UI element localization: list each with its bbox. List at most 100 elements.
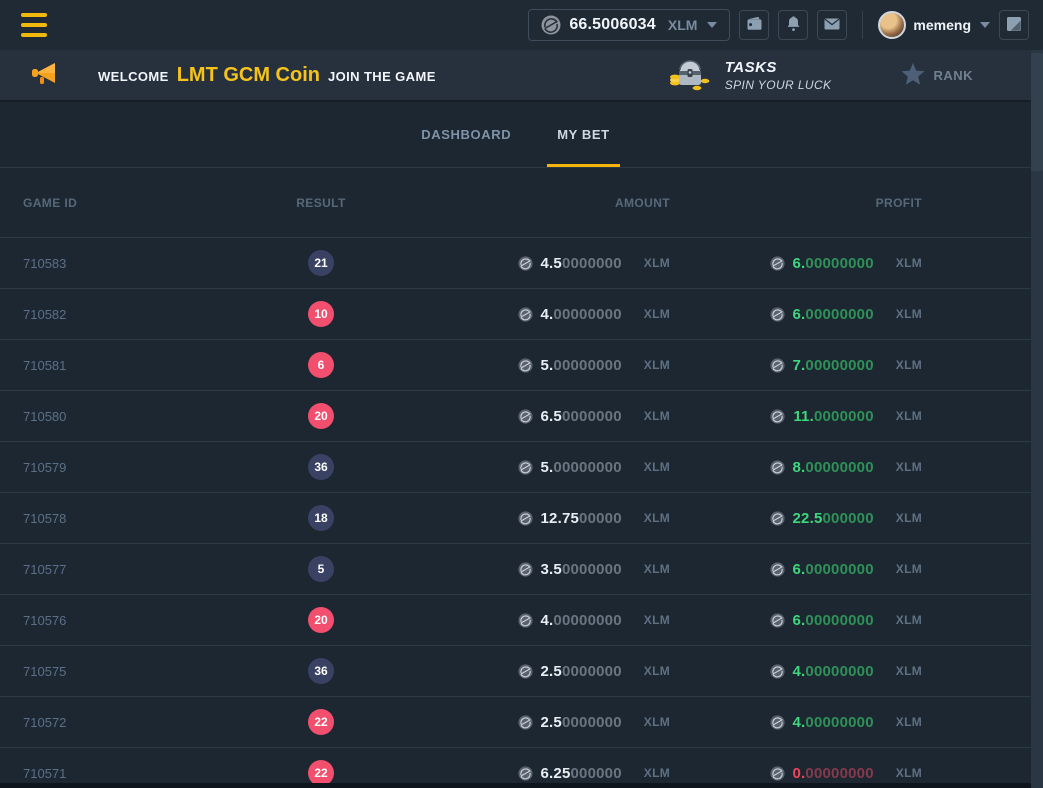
- hamburger-menu-button[interactable]: [21, 13, 51, 37]
- topbar-divider: [862, 11, 863, 39]
- scrollbar-track[interactable]: [1031, 50, 1043, 788]
- game-id: 710579: [23, 460, 66, 475]
- profit-value: 6.00000000: [793, 561, 874, 578]
- xlm-coin-icon: [770, 358, 785, 373]
- profit-cell: 4.00000000 XLM: [700, 714, 1031, 731]
- profit-value: 4.00000000: [793, 714, 874, 731]
- star-icon: [901, 63, 925, 88]
- topbar-right: 66.5006034 XLM m: [528, 9, 1029, 41]
- profit-cell: 0.00000000 XLM: [700, 765, 1031, 782]
- result-badge: 5: [308, 556, 334, 582]
- user-menu[interactable]: memeng: [878, 11, 990, 39]
- amount-value: 2.50000000: [541, 663, 622, 680]
- megaphone-icon: [30, 59, 60, 92]
- table-row[interactable]: 710576 20 4.00000000 XLM 6.00000000 XLM: [0, 594, 1031, 645]
- welcome-message: WELCOME LMT GCM Coin JOIN THE GAME: [98, 64, 436, 87]
- col-amount: AMOUNT: [615, 196, 700, 210]
- xlm-coin-icon: [518, 358, 533, 373]
- menu-icon: [21, 13, 47, 17]
- mail-icon: [824, 18, 840, 33]
- notifications-button[interactable]: [778, 10, 808, 40]
- currency-label: XLM: [644, 358, 670, 372]
- result-badge: 36: [308, 658, 334, 684]
- profit-cell: 6.00000000 XLM: [700, 306, 1031, 323]
- tasks-subtitle: SPIN YOUR LUCK: [725, 78, 832, 92]
- amount-cell: 2.50000000 XLM: [462, 714, 700, 731]
- table-row[interactable]: 710572 22 2.50000000 XLM 4.00000000 XLM: [0, 696, 1031, 747]
- messages-button[interactable]: [817, 10, 847, 40]
- avatar: [878, 11, 906, 39]
- amount-cell: 4.00000000 XLM: [462, 306, 700, 323]
- page: 66.5006034 XLM m: [0, 0, 1043, 788]
- table-header: GAME ID RESULT AMOUNT PROFIT: [0, 168, 1031, 237]
- table-row[interactable]: 710581 6 5.00000000 XLM 7.00000000 XLM: [0, 339, 1031, 390]
- profit-value: 7.00000000: [793, 357, 874, 374]
- result-badge: 20: [308, 607, 334, 633]
- profit-value: 6.00000000: [793, 612, 874, 629]
- currency-label: XLM: [644, 715, 670, 729]
- table-row[interactable]: 710583 21 4.50000000 XLM 6.00000000 XLM: [0, 237, 1031, 288]
- amount-cell: 12.7500000 XLM: [462, 510, 700, 527]
- currency-label: XLM: [896, 715, 922, 729]
- scrollbar-thumb[interactable]: [1031, 53, 1043, 171]
- tabbar: DASHBOARD MY BET: [0, 102, 1031, 168]
- currency-label: XLM: [896, 511, 922, 525]
- currency-label: XLM: [644, 562, 670, 576]
- currency-label: XLM: [896, 613, 922, 627]
- table-row[interactable]: 710575 36 2.50000000 XLM 4.00000000 XLM: [0, 645, 1031, 696]
- result-badge: 20: [308, 403, 334, 429]
- result-badge: 21: [308, 250, 334, 276]
- currency-label: XLM: [644, 307, 670, 321]
- table-body: 710583 21 4.50000000 XLM 6.00000000 XLM …: [0, 237, 1043, 788]
- xlm-coin-icon: [518, 307, 533, 322]
- game-id: 710582: [23, 307, 66, 322]
- profit-value: 22.5000000: [793, 510, 874, 527]
- amount-value: 6.50000000: [541, 408, 622, 425]
- xlm-coin-icon: [518, 766, 533, 781]
- currency-label: XLM: [644, 664, 670, 678]
- xlm-coin-icon: [770, 409, 785, 424]
- profit-cell: 6.00000000 XLM: [700, 255, 1031, 272]
- chat-button[interactable]: [999, 10, 1029, 40]
- wallet-button[interactable]: [739, 10, 769, 40]
- tasks-button[interactable]: TASKS SPIN YOUR LUCK: [667, 56, 832, 95]
- rank-button[interactable]: RANK: [901, 63, 973, 88]
- game-id: 710581: [23, 358, 66, 373]
- xlm-coin-icon: [518, 613, 533, 628]
- profit-value: 0.00000000: [793, 765, 874, 782]
- table-row[interactable]: 710577 5 3.50000000 XLM 6.00000000 XLM: [0, 543, 1031, 594]
- table-row[interactable]: 710582 10 4.00000000 XLM 6.00000000 XLM: [0, 288, 1031, 339]
- profit-cell: 6.00000000 XLM: [700, 612, 1031, 629]
- profit-value: 6.00000000: [793, 255, 874, 272]
- table-row[interactable]: 710571 22 6.25000000 XLM 0.00000000 XLM: [0, 747, 1031, 788]
- result-badge: 18: [308, 505, 334, 531]
- xlm-coin-icon: [518, 256, 533, 271]
- xlm-coin-icon: [770, 307, 785, 322]
- amount-cell: 6.50000000 XLM: [462, 408, 700, 425]
- table-row[interactable]: 710579 36 5.00000000 XLM 8.00000000 XLM: [0, 441, 1031, 492]
- table-row[interactable]: 710578 18 12.7500000 XLM 22.5000000 XLM: [0, 492, 1031, 543]
- table-row[interactable]: 710580 20 6.50000000 XLM 11.0000000 XLM: [0, 390, 1031, 441]
- result-badge: 10: [308, 301, 334, 327]
- amount-cell: 5.00000000 XLM: [462, 357, 700, 374]
- wallet-icon: [746, 16, 763, 34]
- xlm-coin-icon: [518, 460, 533, 475]
- amount-value: 2.50000000: [541, 714, 622, 731]
- amount-cell: 5.00000000 XLM: [462, 459, 700, 476]
- xlm-coin-icon: [770, 511, 785, 526]
- balance-selector[interactable]: 66.5006034 XLM: [528, 9, 730, 41]
- amount-value: 3.50000000: [541, 561, 622, 578]
- result-badge: 6: [308, 352, 334, 378]
- game-id: 710577: [23, 562, 66, 577]
- amount-value: 5.00000000: [541, 357, 622, 374]
- tab-my-bet[interactable]: MY BET: [547, 102, 619, 167]
- currency-label: XLM: [644, 409, 670, 423]
- amount-cell: 2.50000000 XLM: [462, 663, 700, 680]
- amount-cell: 4.50000000 XLM: [462, 255, 700, 272]
- currency-label: XLM: [896, 358, 922, 372]
- tab-dashboard[interactable]: DASHBOARD: [411, 102, 521, 167]
- col-result: RESULT: [296, 196, 346, 210]
- currency-label: XLM: [896, 664, 922, 678]
- amount-cell: 4.00000000 XLM: [462, 612, 700, 629]
- xlm-coin-icon: [518, 511, 533, 526]
